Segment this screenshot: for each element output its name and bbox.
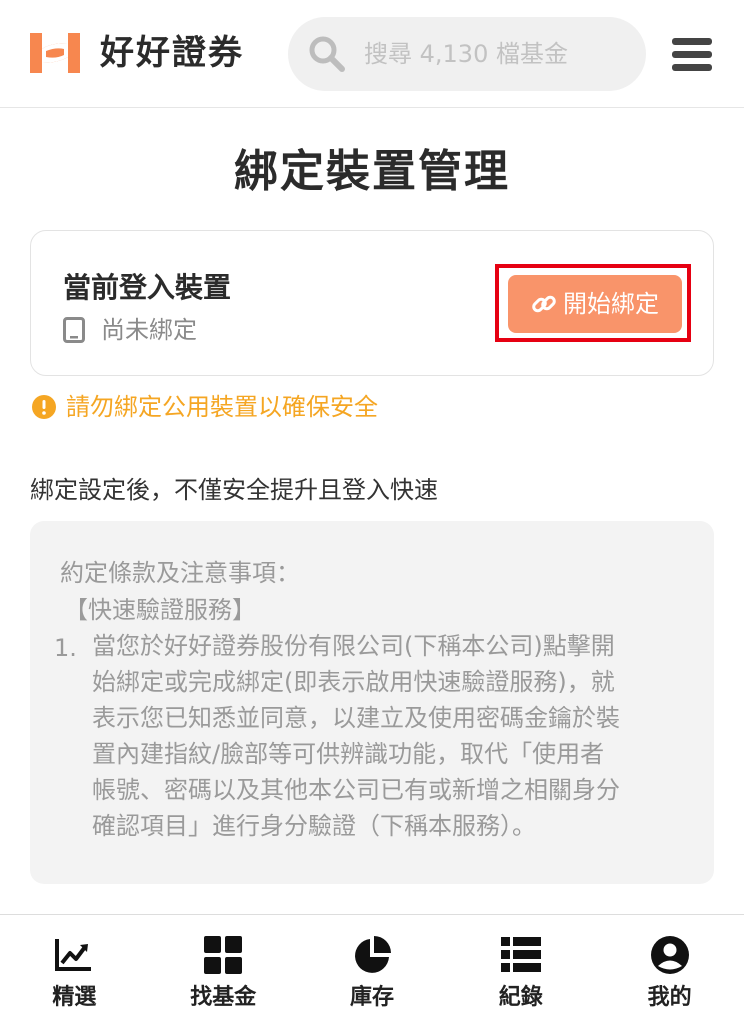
tablet-icon <box>63 317 85 343</box>
bottom-navigation: 精選 找基金 庫存 紀錄 我的 <box>0 914 744 1024</box>
page-title: 綁定裝置管理 <box>234 146 510 197</box>
nav-item-inventory[interactable]: 庫存 <box>298 915 447 1025</box>
start-binding-label: 開始綁定 <box>563 290 659 318</box>
terms-heading: 約定條款及注意事項： <box>60 559 300 587</box>
nav-item-records[interactable]: 紀錄 <box>446 915 595 1025</box>
nav-label: 找基金 <box>190 985 257 1010</box>
app-header: 好好證券 搜尋 4,130 檔基金 <box>0 0 744 108</box>
binding-description: 綁定設定後，不僅安全提升且登入快速 <box>30 476 438 504</box>
logo-icon[interactable] <box>28 29 82 77</box>
terms-line: 始綁定或完成綁定(即表示啟用快速驗證服務)，就 <box>92 668 615 696</box>
nav-item-featured[interactable]: 精選 <box>0 915 149 1025</box>
warning-message: 請勿綁定公用裝置以確保安全 <box>32 390 378 424</box>
nav-label: 我的 <box>647 985 692 1010</box>
terms-line: 當您於好好證券股份有限公司(下稱本公司)點擊開 <box>92 632 615 660</box>
search-input[interactable]: 搜尋 4,130 檔基金 <box>288 17 646 91</box>
nav-item-find-funds[interactable]: 找基金 <box>149 915 298 1025</box>
nav-label: 紀錄 <box>498 985 543 1010</box>
device-status: 尚未綁定 <box>63 313 197 347</box>
current-device-card: 當前登入裝置 尚未綁定 開始綁定 <box>30 230 714 376</box>
pie-chart-icon <box>355 936 391 973</box>
search-placeholder: 搜尋 4,130 檔基金 <box>364 40 568 68</box>
start-binding-button[interactable]: 開始綁定 <box>508 275 682 333</box>
terms-line: 帳號、密碼以及其他本公司已有或新增之相關身分 <box>92 776 620 804</box>
brand-name[interactable]: 好好證券 <box>100 30 244 76</box>
terms-line: 表示您已知悉並同意，以建立及使用密碼金鑰於裝 <box>92 704 620 732</box>
nav-label: 庫存 <box>349 985 394 1010</box>
device-card-title: 當前登入裝置 <box>63 271 232 304</box>
warning-icon <box>32 395 56 419</box>
terms-item-text: 當您於好好證券股份有限公司(下稱本公司)點擊開 始綁定或完成綁定(即表示啟用快速… <box>92 628 692 844</box>
device-status-text: 尚未綁定 <box>101 316 197 344</box>
nav-item-mine[interactable]: 我的 <box>595 915 744 1025</box>
terms-line: 確認項目」進行身分驗證（下稱本服務）。 <box>92 812 536 840</box>
trending-chart-icon <box>55 939 92 971</box>
menu-icon[interactable] <box>668 38 716 74</box>
account-icon <box>650 936 689 974</box>
search-icon <box>309 36 345 72</box>
terms-line: 置內建指紋/臉部等可供辨識功能，取代「使用者 <box>92 740 605 768</box>
list-icon <box>500 937 541 972</box>
terms-item-number: 1. <box>54 634 77 662</box>
grid-icon <box>204 936 243 974</box>
nav-label: 精選 <box>52 985 97 1010</box>
terms-box[interactable]: 約定條款及注意事項： 【快速驗證服務】 1. 當您於好好證券股份有限公司(下稱本… <box>30 521 714 884</box>
warning-text: 請勿綁定公用裝置以確保安全 <box>66 393 378 421</box>
link-icon <box>532 295 556 313</box>
terms-section-title: 【快速驗證服務】 <box>64 596 256 624</box>
